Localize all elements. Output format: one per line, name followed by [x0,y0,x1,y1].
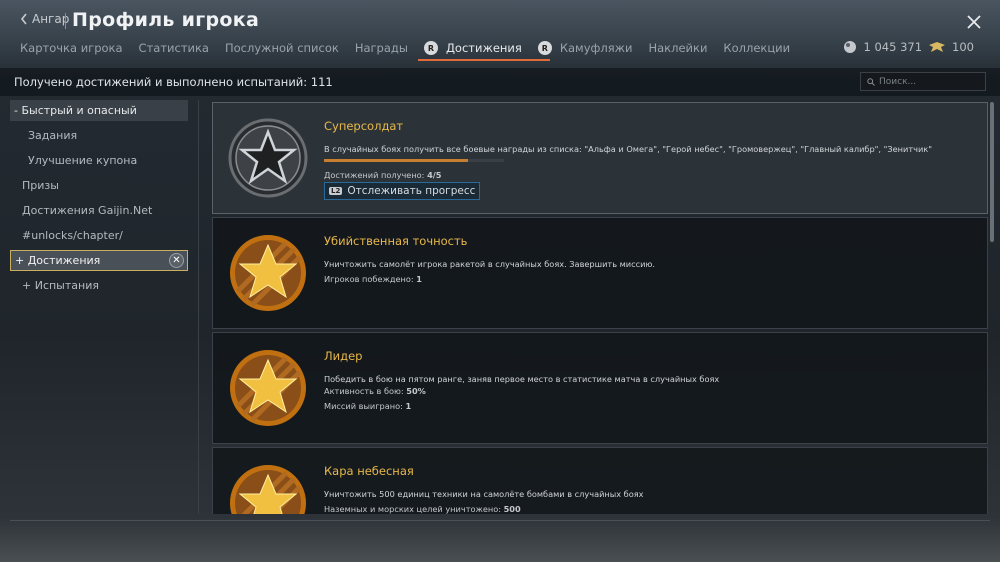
gold-star-medal-icon [230,465,306,514]
achievement-stat: Игроков побеждено: 1 [324,274,422,284]
tab-player-card[interactable]: Карточка игрока [20,41,123,55]
achievement-title: Убийственная точность [324,234,468,248]
search-placeholder: Поиск... [879,76,917,87]
achievement-title: Суперсолдат [324,119,404,133]
achievement-card[interactable]: Лидер Победить в бою на пятом ранге, зан… [212,332,988,444]
bottom-divider [10,520,990,521]
gold-star-medal-icon [230,350,306,426]
l2-button-icon: L2 [329,187,343,195]
golden-eagles-icon [929,42,946,52]
sidebar-item-fast-and-dangerous[interactable]: - Быстрый и опасный [10,100,188,121]
achievement-card[interactable]: Убийственная точность Уничтожить самолёт… [212,217,988,329]
divider [198,100,199,514]
tab-service-record[interactable]: Послужной список [225,41,339,55]
tab-achievements[interactable]: Достижения [417,41,550,61]
tab-bar: Карточка игрока Статистика Послужной спи… [20,38,806,61]
achievement-list: Суперсолдат В случайных боях получить вс… [212,102,990,514]
sidebar-item-prizes[interactable]: Призы [10,175,188,196]
header-separator [65,13,66,29]
search-icon [867,77,875,86]
achievement-stat: Наземных и морских целей уничтожено: 500 [324,504,521,514]
tab-camouflages[interactable]: Камуфляжи [560,41,633,55]
sidebar-item-trials[interactable]: + Испытания [10,275,188,296]
achievements-summary: Получено достижений и выполнено испытани… [14,75,333,89]
achievement-stat: Активность в бою: 50% [324,386,426,396]
tab-decals[interactable]: Наклейки [648,41,707,55]
back-button[interactable]: Ангар [20,12,69,26]
achievement-description: Уничтожить самолёт игрока ракетой в случ… [324,259,655,269]
achievement-title: Лидер [324,349,363,363]
achievement-stat: Миссий выиграно: 1 [324,401,412,411]
sidebar-item-unlocks-chapter[interactable]: #unlocks/chapter/ [10,225,188,246]
gold-star-medal-icon [230,235,306,311]
silver-lions-icon [843,41,856,53]
tab-statistics[interactable]: Статистика [139,41,209,55]
r-button-left-icon[interactable]: R [423,41,438,55]
silver-lions-value: 1 045 371 [863,40,923,54]
tab-awards[interactable]: Награды [355,41,408,55]
sidebar-item-achievements[interactable]: + Достижения ✕ [10,250,188,271]
sidebar: - Быстрый и опасный Задания Улучшение ку… [10,100,188,300]
achievement-description: В случайных боях получить все боевые наг… [324,144,932,154]
achievement-card[interactable]: Кара небесная Уничтожить 500 единиц техн… [212,447,988,514]
silver-star-medal-icon [228,118,308,198]
page-title: Профиль игрока [72,9,260,31]
back-label: Ангар [32,12,70,26]
sidebar-item-gaijin-net[interactable]: Достижения Gaijin.Net [10,200,188,221]
clear-selection-icon[interactable]: ✕ [169,253,184,268]
achievement-description: Уничтожить 500 единиц техники на самолёт… [324,489,644,499]
track-progress-button[interactable]: L2 Отслеживать прогресс [324,182,481,200]
progress-fill [324,159,468,162]
achievement-title: Кара небесная [324,464,414,478]
golden-eagles-value: 100 [952,40,974,54]
sidebar-item-coupon-upgrade[interactable]: Улучшение купона [10,150,188,171]
close-icon[interactable] [966,14,982,30]
track-progress-label: Отслеживать прогресс [347,185,476,197]
achievement-description: Победить в бою на пятом ранге, заняв пер… [324,374,720,384]
currency-panel: 1 045 371 100 [842,40,974,54]
sidebar-item-label: + Достижения [15,254,101,267]
sidebar-item-tasks[interactable]: Задания [10,125,188,146]
r-button-right-icon[interactable]: R [537,41,552,55]
search-input[interactable]: Поиск... [860,72,986,91]
achievement-progress-bar [324,159,504,162]
achievement-card[interactable]: Суперсолдат В случайных боях получить вс… [212,102,988,214]
scrollbar[interactable] [990,102,994,242]
achievement-stat: Достижений получено: 4/5 [324,170,442,180]
tab-collections[interactable]: Коллекции [723,41,790,55]
chevron-left-icon [20,13,27,25]
